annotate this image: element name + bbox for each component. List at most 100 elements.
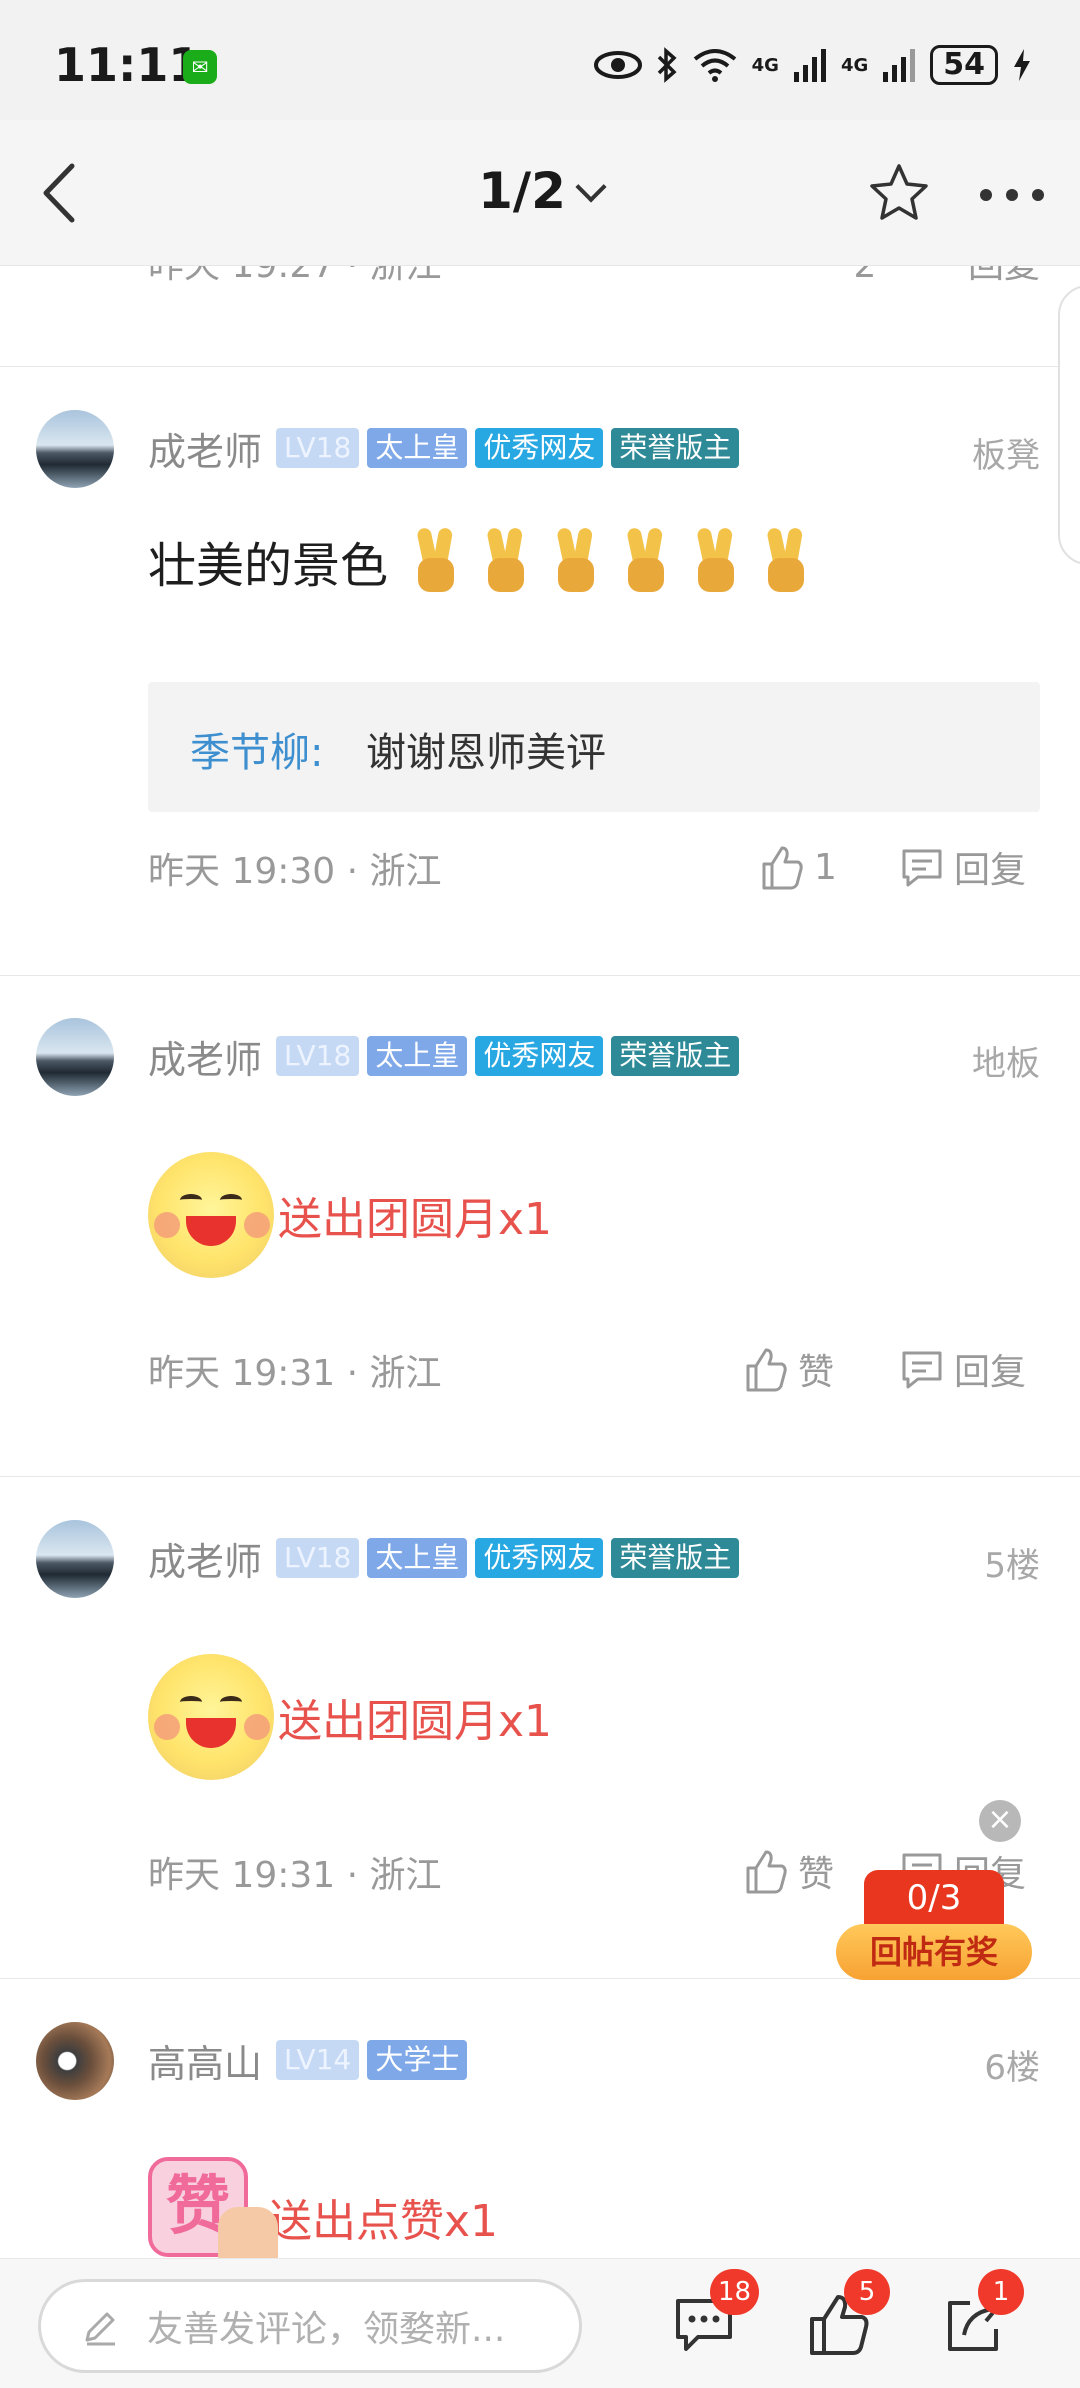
username[interactable]: 成老师 <box>148 1029 262 1084</box>
likes-count-badge: 5 <box>844 2269 890 2315</box>
top-nav-bar: 1/2 <box>0 120 1080 266</box>
like-label: 赞 <box>798 1352 835 1393</box>
share-button[interactable]: 1 <box>940 2269 1024 2361</box>
reply-label: 回复 <box>954 850 1027 891</box>
side-pull-tab[interactable] <box>1058 285 1080 565</box>
floor-label: 6楼 <box>984 2048 1040 2088</box>
comments-button[interactable]: 18 <box>672 2269 760 2361</box>
previous-post-meta: 昨天 19:27 · 浙江 2 回复 <box>0 266 1080 366</box>
post-content: 壮美的景色 <box>148 526 808 596</box>
like-label: 赞 <box>798 1854 835 1895</box>
like-post-button[interactable]: 5 <box>806 2269 890 2361</box>
username[interactable]: 成老师 <box>148 1531 262 1586</box>
victory-hand-icon <box>552 526 598 594</box>
post-meta: 昨天 19:27 · 浙江 <box>148 266 442 288</box>
close-icon[interactable]: × <box>979 1800 1021 1842</box>
reward-progress: 0/3 <box>864 1870 1004 1926</box>
network-4g-label: 4G <box>751 54 779 76</box>
moderator-badge: 荣誉版主 <box>611 428 740 468</box>
floor-label: 地板 <box>972 1044 1040 1084</box>
post-text: 壮美的景色 <box>148 538 389 594</box>
level-badge: LV14 <box>276 2040 360 2080</box>
thumbs-up-icon <box>746 1850 787 1894</box>
reply-label[interactable]: 回复 <box>968 266 1040 286</box>
honor-badge: 优秀网友 <box>475 1538 604 1578</box>
comment-icon <box>902 849 942 887</box>
moderator-badge: 荣誉版主 <box>611 1036 740 1076</box>
comment-icon <box>902 1351 942 1389</box>
comment-placeholder: 友善发评论，领婺新... <box>147 2309 506 2350</box>
username[interactable]: 成老师 <box>148 421 262 476</box>
like-label: 1 <box>814 846 837 888</box>
floor-label: 板凳 <box>972 436 1040 476</box>
divider <box>0 975 1080 976</box>
gift-text: 送出点赞x1 <box>268 2196 499 2247</box>
like-button[interactable]: 赞 <box>744 1846 834 1896</box>
eye-icon <box>593 51 642 79</box>
avatar[interactable] <box>36 410 114 488</box>
thumbs-up-icon <box>762 846 803 890</box>
divider <box>0 1476 1080 1477</box>
divider <box>0 366 1080 367</box>
like-count[interactable]: 2 <box>854 266 877 286</box>
avatar[interactable] <box>36 1520 114 1598</box>
victory-hand-icon <box>692 526 738 594</box>
victory-hand-icon <box>412 526 458 594</box>
favorite-star-icon[interactable] <box>868 162 930 224</box>
share-count-badge: 1 <box>978 2269 1024 2315</box>
status-icons: 4G 4G 54 <box>593 40 1032 90</box>
user-name-line: 成老师 LV18 太上皇 优秀网友 荣誉版主 <box>148 1536 740 1584</box>
quote-author[interactable]: 季节柳: <box>190 720 323 778</box>
reply-quote[interactable]: 季节柳: 谢谢恩师美评 <box>148 682 1040 812</box>
avatar[interactable] <box>36 1018 114 1096</box>
chevron-down-icon <box>575 171 607 203</box>
network-4g-label-2: 4G <box>840 54 869 76</box>
honor-badge: 优秀网友 <box>475 1036 604 1076</box>
title-badge: 太上皇 <box>367 1036 468 1076</box>
reply-button[interactable]: 回复 <box>900 1344 1026 1394</box>
reply-button[interactable]: 回复 <box>900 842 1026 892</box>
page-indicator: 1/2 <box>478 162 566 220</box>
signal-icon <box>793 49 826 82</box>
like-button[interactable]: 1 <box>760 842 837 892</box>
honor-badge: 优秀网友 <box>475 428 604 468</box>
user-name-line: 高高山 LV14 大学士 <box>148 2038 468 2086</box>
victory-hand-icon <box>622 526 668 594</box>
user-name-line: 成老师 LV18 太上皇 优秀网友 荣誉版主 <box>148 426 740 474</box>
thumbs-up-icon <box>746 1348 787 1392</box>
title-badge: 太上皇 <box>367 1538 468 1578</box>
level-badge: LV18 <box>276 1538 360 1578</box>
more-options-icon[interactable] <box>976 180 1048 210</box>
status-time: 11:11 <box>54 38 201 92</box>
gift-message: 送出团圆月x1 <box>148 1652 552 1782</box>
like-button[interactable]: 赞 <box>744 1344 834 1394</box>
reward-label: 回帖有奖 <box>836 1924 1032 1980</box>
pencil-icon <box>85 2312 115 2346</box>
victory-hand-icon <box>762 526 808 594</box>
post-meta: 昨天 19:31 · 浙江 <box>148 1353 442 1394</box>
moderator-badge: 荣誉版主 <box>611 1538 740 1578</box>
comments-count-badge: 18 <box>710 2269 760 2315</box>
title-badge: 太上皇 <box>367 428 468 468</box>
smiley-face-icon <box>148 1152 274 1278</box>
level-badge: LV18 <box>276 428 360 468</box>
smiley-face-icon <box>148 1654 274 1780</box>
battery-level: 54 <box>930 45 998 85</box>
avatar[interactable] <box>36 2022 114 2100</box>
username[interactable]: 高高山 <box>148 2033 262 2088</box>
post-meta: 昨天 19:30 · 浙江 <box>148 851 442 892</box>
bottom-action-bar: 友善发评论，领婺新... 18 5 1 <box>0 2258 1080 2388</box>
wechat-notification-icon: ✉ <box>183 50 217 84</box>
floor-label: 5楼 <box>984 1546 1040 1586</box>
partial-actions: 2 回复 <box>854 266 1040 288</box>
gift-text: 送出团圆月x1 <box>278 1696 553 1747</box>
bluetooth-icon <box>657 47 677 83</box>
charging-icon <box>1014 49 1030 81</box>
level-badge: LV18 <box>276 1036 360 1076</box>
comment-input[interactable]: 友善发评论，领婺新... <box>38 2279 582 2373</box>
signal-icon-2 <box>883 49 916 82</box>
reply-reward-widget[interactable]: 0/3 回帖有奖 <box>836 1870 1032 1980</box>
quote-text: 谢谢恩师美评 <box>366 730 606 776</box>
wifi-icon <box>693 49 736 82</box>
status-bar: 11:11 ✉ 4G 4G 54 <box>0 0 1080 120</box>
